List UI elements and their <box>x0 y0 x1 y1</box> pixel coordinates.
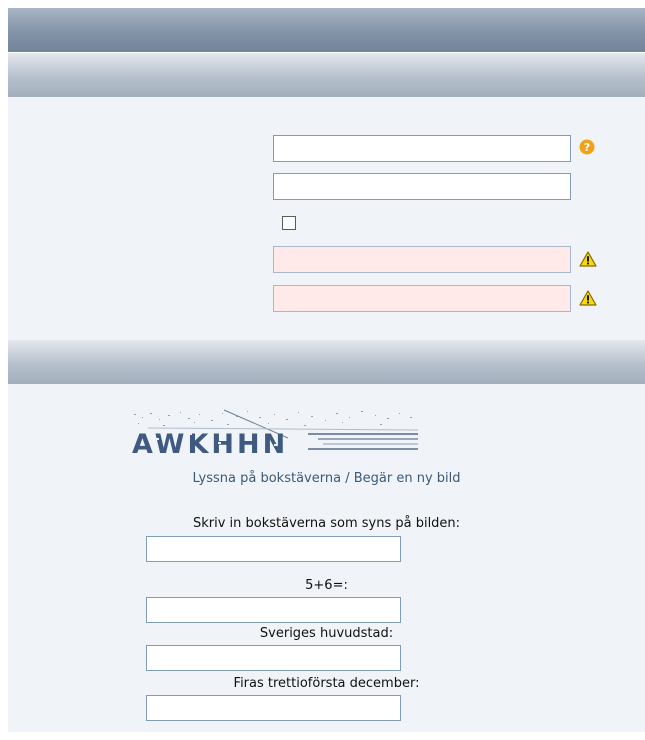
captcha-image-text: AWKHHN <box>132 429 288 458</box>
listen-letters-link[interactable]: Lyssna på bokstäverna <box>193 471 342 486</box>
help-icon[interactable]: ? <box>579 139 595 155</box>
link-separator: / <box>341 471 354 486</box>
captcha-image: AWKHHN <box>128 408 420 458</box>
holiday-question-label: Firas trettioförsta december: <box>233 676 420 691</box>
capital-question-label: Sveriges huvudstad: <box>259 626 394 641</box>
account-field-2-input[interactable] <box>273 173 571 200</box>
password-input[interactable] <box>273 246 571 273</box>
math-answer-input[interactable] <box>146 597 401 623</box>
holiday-answer-input[interactable] <box>146 695 401 721</box>
svg-text:?: ? <box>584 141 590 154</box>
request-new-image-link[interactable]: Begär en ny bild <box>354 471 461 486</box>
warning-icon <box>579 290 597 306</box>
header-bar <box>8 8 645 52</box>
warning-icon <box>579 251 597 267</box>
terms-checkbox[interactable] <box>282 216 296 230</box>
section-header-bar <box>8 53 645 97</box>
password-confirm-input[interactable] <box>273 285 571 312</box>
captcha-section-header-bar <box>8 340 645 384</box>
captcha-letters-label: Skriv in bokstäverna som syns på bilden: <box>192 516 461 531</box>
captcha-letters-input[interactable] <box>146 536 401 562</box>
account-field-1-input[interactable] <box>273 135 571 162</box>
math-question-label: 5+6=: <box>305 578 348 593</box>
registration-page: ? AWKHHN Lyssna på bokstäverna / Begär e… <box>0 0 645 740</box>
captcha-links: Lyssna på bokstäverna / Begär en ny bild <box>8 471 645 487</box>
capital-answer-input[interactable] <box>146 645 401 671</box>
